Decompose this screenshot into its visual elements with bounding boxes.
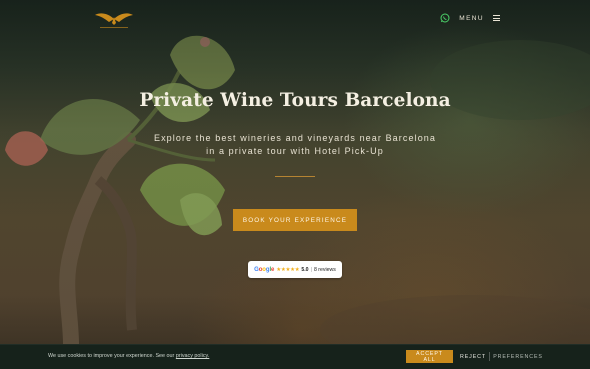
whatsapp-icon[interactable] (440, 13, 450, 23)
menu-button[interactable]: MENU (459, 15, 484, 22)
review-count: 8 reviews (313, 266, 336, 273)
preferences-button[interactable]: PREFERENCES (492, 350, 544, 363)
vine-plant-image (5, 35, 590, 369)
privacy-policy-link[interactable]: privacy policy. (176, 353, 209, 359)
hamburger-icon[interactable] (493, 15, 500, 21)
title-divider (275, 176, 315, 177)
cookie-banner: We use cookies to improve your experienc… (0, 344, 590, 369)
header-menu: MENU (440, 13, 500, 23)
google-logo: Google (254, 266, 275, 273)
cookie-text: We use cookies to improve your experienc… (48, 353, 209, 359)
winged-logo-icon[interactable] (92, 9, 136, 31)
rating-value: 5.0 (301, 266, 309, 273)
accept-all-button[interactable]: ACCEPT ALL (406, 350, 453, 363)
hero-background (0, 0, 590, 369)
hero-subtitle: Explore the best wineries and vineyards … (153, 133, 437, 156)
google-reviews-badge[interactable]: Google ★★★★★ 5.0 | 8 reviews (248, 261, 342, 278)
badge-separator: | (310, 266, 312, 273)
page-title: Private Wine Tours Barcelona (139, 90, 451, 111)
book-experience-button[interactable]: BOOK YOUR EXPERIENCE (233, 209, 357, 231)
cookie-message: We use cookies to improve your experienc… (48, 353, 175, 359)
reject-button[interactable]: REJECT (456, 350, 490, 363)
cookie-divider (489, 352, 490, 361)
star-rating-icon: ★★★★★ (276, 266, 300, 273)
